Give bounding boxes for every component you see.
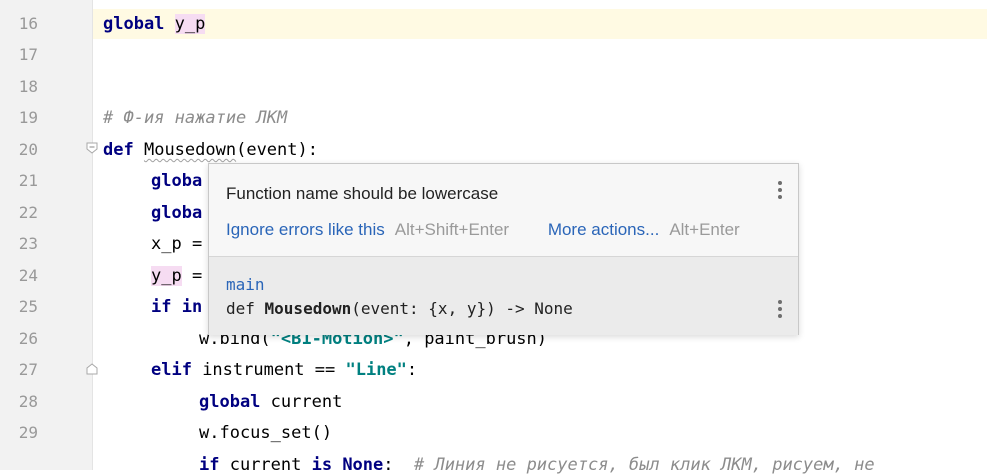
popup-actions: Ignore errors like this Alt+Shift+Enter M…: [226, 220, 740, 240]
code-text: (event):: [236, 140, 318, 160]
keyword: global: [199, 392, 261, 412]
string-literal: "Line": [345, 360, 407, 380]
more-actions-link[interactable]: More actions...: [548, 220, 660, 239]
signature-prefix: def: [226, 299, 265, 318]
inspection-popup: Function name should be lowercase Ignore…: [208, 163, 799, 335]
line-number: 17: [18, 45, 38, 64]
signature-name: Mousedown: [264, 299, 352, 318]
code-text: instrument ==: [191, 360, 346, 380]
keyword: elif: [151, 360, 192, 380]
line-number: 29: [18, 423, 38, 442]
fold-end-marker-icon[interactable]: [86, 363, 98, 375]
code-line-16[interactable]: global y_p: [103, 14, 206, 34]
variable-highlight: y_p: [174, 14, 206, 34]
line-number: 23: [18, 234, 38, 253]
code-text: x_p =: [151, 234, 203, 254]
line-number: 21: [18, 171, 38, 190]
keyword: if: [199, 455, 220, 475]
line-number: 25: [18, 297, 38, 316]
ignore-errors-shortcut: Alt+Shift+Enter: [394, 220, 510, 239]
line-number-gutter[interactable]: 16 17 18 19 20 21 22 23 24 25 26 27 28 2…: [0, 0, 93, 470]
code-line-20[interactable]: def Mousedown(event):: [103, 140, 318, 160]
popup-header: Function name should be lowercase Ignore…: [209, 164, 798, 256]
code-line-29[interactable]: w.focus_set(): [199, 423, 332, 443]
code-text: =: [181, 266, 203, 286]
code-line-25[interactable]: if in: [151, 297, 202, 317]
module-name-link[interactable]: main: [226, 275, 265, 294]
line-number: 20: [18, 140, 38, 159]
line-number: 24: [18, 266, 38, 285]
code-line-23[interactable]: x_p =: [151, 234, 202, 254]
code-line-22[interactable]: globa: [151, 203, 202, 223]
code-text: w.focus_set(): [199, 423, 333, 443]
code-line-30[interactable]: if current is None: # Линия не рисуется,…: [199, 455, 875, 475]
code-text: :: [406, 360, 418, 380]
keyword: globa: [151, 171, 203, 191]
more-actions-shortcut: Alt+Enter: [669, 220, 740, 239]
code-line-28[interactable]: global current: [199, 392, 342, 412]
code-line-24[interactable]: y_p =: [151, 266, 202, 286]
function-signature: def Mousedown(event: {x, y}) -> None: [226, 299, 573, 318]
keyword: in: [171, 297, 203, 317]
keyword: global: [103, 14, 165, 34]
line-number: 18: [18, 77, 38, 96]
keyword: if: [151, 297, 172, 317]
keyword: globa: [151, 203, 203, 223]
quick-documentation: main def Mousedown(event: {x, y}) -> Non…: [209, 256, 798, 335]
more-options-icon[interactable]: [776, 181, 784, 203]
code-line-27[interactable]: elif instrument == "Line":: [151, 360, 417, 380]
fold-marker-icon[interactable]: [86, 142, 98, 154]
keyword: is None: [311, 455, 384, 475]
code-line-19[interactable]: # Ф-ия нажатие ЛКМ: [103, 108, 287, 128]
ignore-errors-link[interactable]: Ignore errors like this: [226, 220, 385, 239]
line-number: 28: [18, 392, 38, 411]
signature-suffix: (event: {x, y}) -> None: [351, 299, 573, 318]
variable-highlight: y_p: [151, 266, 182, 286]
code-text: :: [383, 455, 414, 475]
line-number: 19: [18, 108, 38, 127]
code-text: current: [260, 392, 343, 412]
keyword: def: [103, 140, 134, 160]
code-line-21[interactable]: globa: [151, 171, 202, 191]
code-text: current: [219, 455, 312, 475]
line-number: 16: [18, 14, 38, 33]
line-number: 26: [18, 329, 38, 348]
doc-options-icon[interactable]: [776, 300, 784, 322]
code-comment: # Линия не рисуется, был клик ЛКМ, рисуе…: [413, 455, 875, 475]
inspection-message: Function name should be lowercase: [226, 184, 499, 203]
function-name-warning[interactable]: Mousedown: [144, 140, 236, 160]
line-number: 27: [18, 360, 38, 379]
line-number: 22: [18, 203, 38, 222]
